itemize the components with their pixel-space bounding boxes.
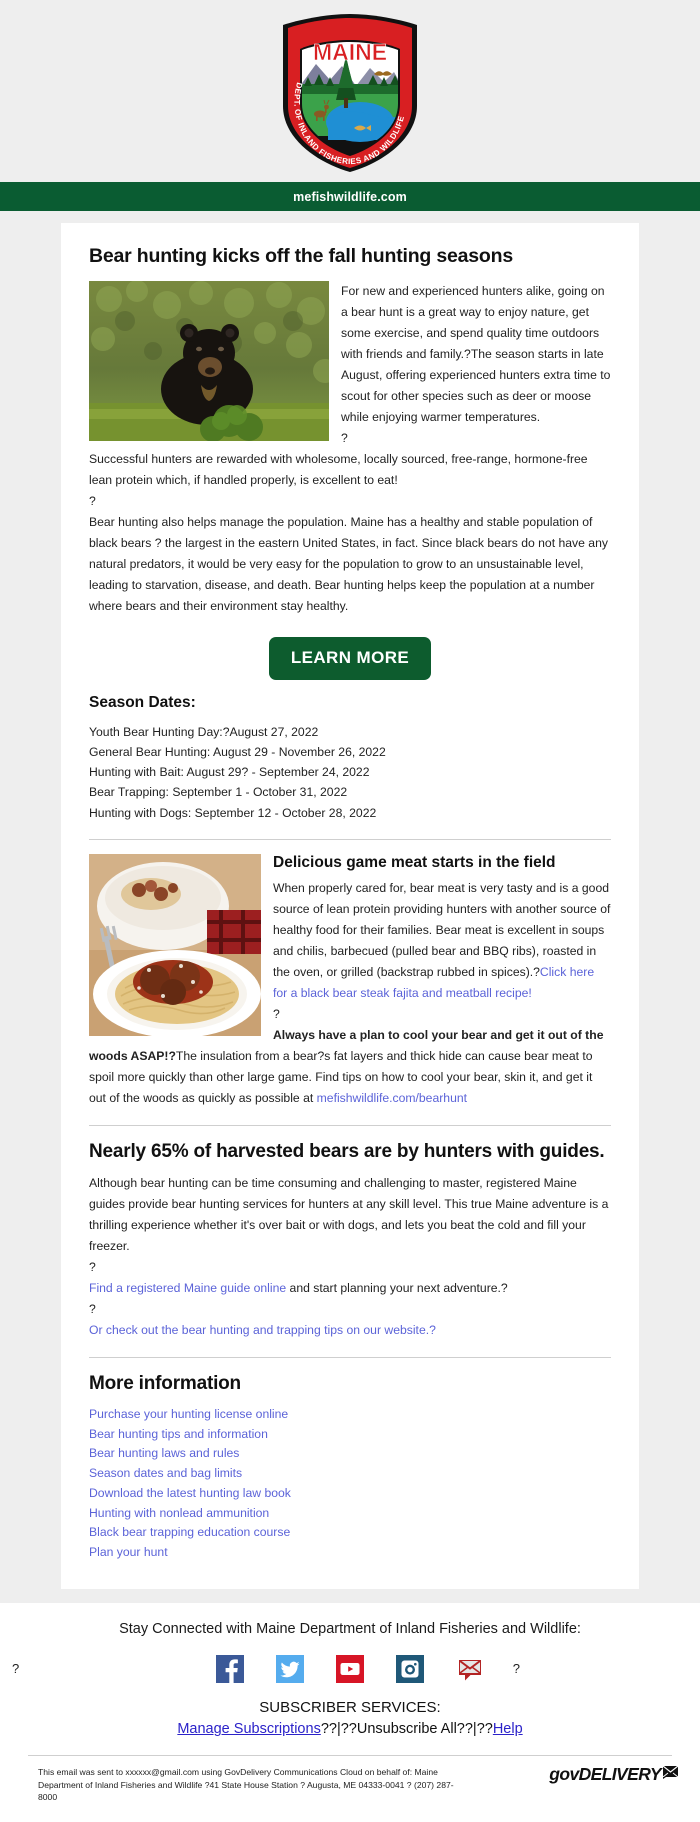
game-meat-paragraph-2: Always have a plan to cool your bear and…: [89, 1025, 611, 1109]
email-icon[interactable]: [456, 1655, 484, 1683]
more-info-link[interactable]: Plan your hunt: [89, 1545, 168, 1559]
list-item: Plan your hunt: [89, 1543, 611, 1563]
list-item: Black bear trapping education course: [89, 1523, 611, 1543]
find-guide-after: and start planning your next adventure.?: [286, 1280, 508, 1295]
more-info-link[interactable]: Season dates and bag limits: [89, 1466, 242, 1480]
spaghetti-meatballs-photo: [89, 853, 261, 1036]
more-info-link[interactable]: Hunting with nonlead ammunition: [89, 1506, 269, 1520]
guides-paragraph: Although bear hunting can be time consum…: [89, 1175, 609, 1253]
find-guide-link[interactable]: Find a registered Maine guide online: [89, 1281, 286, 1295]
guides-heading: Nearly 65% of harvested bears are by hun…: [89, 1140, 605, 1162]
learn-more-button[interactable]: LEARN MORE: [268, 636, 432, 680]
more-info-link[interactable]: Bear hunting tips and information: [89, 1427, 268, 1441]
subscriber-services-links: Manage Subscriptions??|??Unsubscribe All…: [0, 1719, 700, 1741]
content-area: Bear hunting kicks off the fall hunting …: [0, 211, 700, 1603]
divider: [89, 838, 611, 840]
season-date-item: Bear Trapping: September 1 - October 31,…: [89, 785, 348, 800]
subscriber-services: SUBSCRIBER SERVICES: Manage Subscription…: [0, 1697, 700, 1741]
tips-link-line: Or check out the bear hunting and trappi…: [89, 1320, 611, 1341]
instagram-icon[interactable]: [396, 1654, 424, 1683]
facebook-icon[interactable]: [216, 1654, 244, 1683]
legal-text: This email was sent to xxxxxx@gmail.com …: [38, 1767, 454, 1803]
season-dates-heading: Season Dates:: [89, 693, 196, 711]
list-item: Purchase your hunting license online: [89, 1405, 611, 1425]
black-bear-photo: [89, 280, 329, 441]
intro-paragraph-2: Successful hunters are rewarded with who…: [89, 451, 588, 487]
site-url-text: mefishwildlife.com: [293, 189, 407, 204]
season-date-item: Hunting with Dogs: September 12 - Octobe…: [89, 805, 377, 820]
separator-1: ??|??: [320, 1721, 357, 1738]
page-title: Bear hunting kicks off the fall hunting …: [89, 245, 513, 267]
divider: [89, 1124, 611, 1126]
maine-difw-crest-logo: MAINE DEPT. OF INLAND FISHERIES AND WILD…: [283, 14, 417, 172]
guides-gap-2: ?: [89, 1301, 96, 1316]
list-item: Download the latest hunting law book: [89, 1484, 611, 1504]
help-link[interactable]: Help: [493, 1721, 523, 1737]
bear-tips-link[interactable]: Or check out the bear hunting and trappi…: [89, 1323, 436, 1337]
govdelivery-wordmark: govDELIVERY: [549, 1764, 661, 1785]
list-item: Hunting with nonlead ammunition: [89, 1504, 611, 1524]
manage-subscriptions-link[interactable]: Manage Subscriptions: [177, 1721, 320, 1737]
youtube-icon[interactable]: [336, 1654, 364, 1683]
footer-divider: [28, 1755, 672, 1757]
guides-gap-1: ?: [89, 1259, 96, 1274]
more-information-list: Purchase your hunting license online Bea…: [89, 1405, 611, 1563]
game-meat-block: Delicious game meat starts in the field …: [89, 853, 611, 1109]
list-item: Season dates and bag limits: [89, 1464, 611, 1484]
list-item: Bear hunting laws and rules: [89, 1444, 611, 1464]
site-url-bar[interactable]: mefishwildlife.com: [0, 182, 700, 211]
twitter-icon[interactable]: [276, 1654, 304, 1683]
season-dates-list: Youth Bear Hunting Day:?August 27, 2022 …: [89, 722, 611, 823]
season-date-item: General Bear Hunting: August 29 - Novemb…: [89, 744, 386, 759]
more-info-link[interactable]: Bear hunting laws and rules: [89, 1446, 239, 1460]
social-links-row: ? ?: [0, 1654, 700, 1683]
email-page: MAINE DEPT. OF INLAND FISHERIES AND WILD…: [0, 0, 700, 1822]
legal-row: This email was sent to xxxxxx@gmail.com …: [0, 1766, 700, 1817]
list-item: Bear hunting tips and information: [89, 1425, 611, 1445]
intro-block: For new and experienced hunters alike, g…: [89, 280, 611, 491]
intro-paragraph-3: Bear hunting also helps manage the popul…: [89, 514, 608, 613]
govdelivery-logo: govDELIVERY: [549, 1766, 678, 1784]
season-date-item: Hunting with Bait: August 29? - Septembe…: [89, 765, 370, 780]
footer: Stay Connected with Maine Department of …: [0, 1602, 700, 1822]
divider: [89, 1356, 611, 1358]
guides-link-line: Find a registered Maine guide online and…: [89, 1278, 611, 1299]
govdelivery-envelope-icon: [663, 1766, 678, 1780]
more-info-link[interactable]: Black bear trapping education course: [89, 1525, 290, 1539]
stay-connected-text: Stay Connected with Maine Department of …: [119, 1620, 581, 1637]
season-date-item: Youth Bear Hunting Day:?August 27, 2022: [89, 724, 319, 739]
more-info-link[interactable]: Download the latest hunting law book: [89, 1486, 291, 1500]
left-placeholder-char: ?: [12, 1661, 20, 1677]
learn-more-row: LEARN MORE: [89, 636, 611, 680]
more-information-heading: More information: [89, 1372, 241, 1394]
logo-band: MAINE DEPT. OF INLAND FISHERIES AND WILD…: [0, 0, 700, 182]
bearhunt-url-link[interactable]: mefishwildlife.com/bearhunt: [317, 1091, 467, 1105]
svg-text:MAINE: MAINE: [313, 39, 387, 65]
newsletter-card: Bear hunting kicks off the fall hunting …: [61, 223, 639, 1589]
intro-gap-2: ?: [89, 493, 96, 508]
more-info-link[interactable]: Purchase your hunting license online: [89, 1407, 288, 1421]
subscriber-services-label: SUBSCRIBER SERVICES:: [259, 1698, 441, 1716]
unsubscribe-all-text: Unsubscribe All??|??: [356, 1721, 493, 1738]
right-placeholder-char: ?: [512, 1661, 520, 1677]
